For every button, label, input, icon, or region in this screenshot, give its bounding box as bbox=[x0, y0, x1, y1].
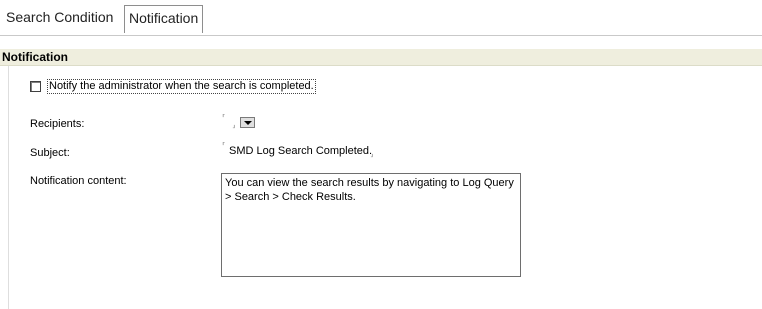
field-open-bracket-icon: ⸢ bbox=[222, 113, 226, 123]
notification-content-textarea[interactable]: You can view the search results by navig… bbox=[221, 173, 521, 277]
tab-divider bbox=[0, 35, 762, 36]
subject-value[interactable]: SMD Log Search Completed. bbox=[229, 145, 372, 157]
subject-label: Subject: bbox=[30, 147, 70, 159]
panel-left-border bbox=[8, 66, 9, 309]
tab-bar: Search Condition Notification bbox=[0, 5, 762, 33]
tab-notification[interactable]: Notification bbox=[124, 5, 204, 33]
field-close-bracket-icon: ⸥ bbox=[232, 119, 236, 129]
field-close-bracket-icon: ⸥ bbox=[370, 148, 374, 158]
notify-admin-label[interactable]: Notify the administrator when the search… bbox=[47, 78, 316, 94]
notification-content-label: Notification content: bbox=[30, 175, 127, 187]
chevron-down-icon bbox=[243, 120, 252, 125]
notify-admin-checkbox[interactable] bbox=[30, 80, 41, 92]
tab-search-condition[interactable]: Search Condition bbox=[2, 5, 117, 30]
recipients-dropdown-button[interactable] bbox=[240, 117, 255, 128]
section-header-notification: Notification bbox=[0, 49, 762, 65]
section-divider bbox=[0, 65, 762, 66]
notify-admin-row: Notify the administrator when the search… bbox=[30, 78, 316, 94]
field-open-bracket-icon: ⸢ bbox=[222, 141, 226, 151]
recipients-label: Recipients: bbox=[30, 118, 85, 130]
